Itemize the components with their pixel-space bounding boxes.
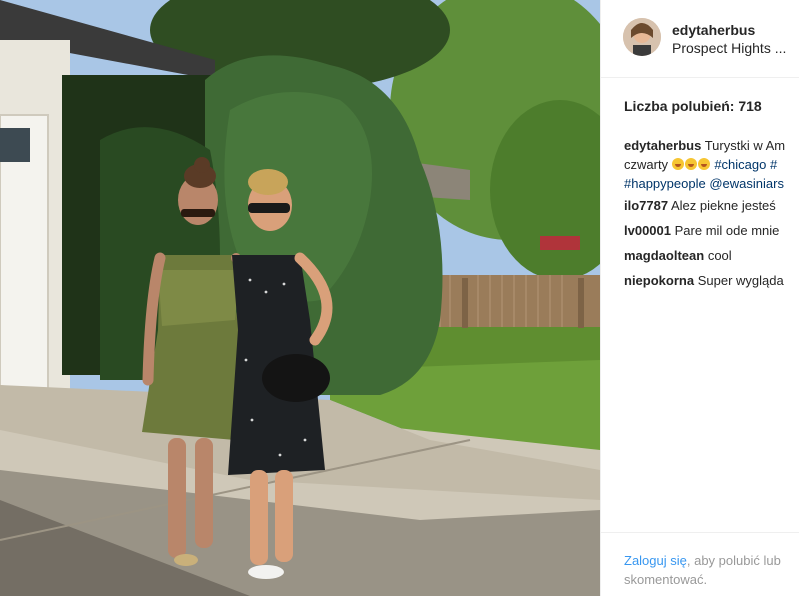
login-prompt-line2: skomentować. [624, 572, 708, 587]
instagram-post-view: edytaherbus Prospect Hights ... Liczba p… [0, 0, 799, 596]
caption-text: czwarty [624, 157, 669, 172]
hashtag-link[interactable]: #happypeople [624, 176, 706, 191]
comment-text: Alez piekne jesteś [671, 198, 776, 213]
comment-username[interactable]: magdaoltean [624, 248, 704, 263]
post-photo[interactable] [0, 0, 600, 596]
caption-line: czwarty #chicago # [624, 155, 799, 174]
comment-username[interactable]: lv00001 [624, 223, 671, 238]
comment-text: Super wygląda [697, 273, 784, 288]
comment-item: lv00001 Pare mil ode mnie [624, 218, 799, 243]
comment-username[interactable]: ilo7787 [624, 198, 668, 213]
comment-item: ilo7787 Alez piekne jesteś [624, 193, 799, 218]
caption-username[interactable]: edytaherbus [624, 138, 701, 153]
face-with-tongue-emoji-icon [697, 158, 710, 170]
caption-text: Turystki w Am [704, 138, 786, 153]
hashtag-link[interactable]: #chicago [714, 157, 766, 172]
post-details-panel: edytaherbus Prospect Hights ... Liczba p… [600, 0, 799, 596]
comment-username[interactable]: niepokorna [624, 273, 694, 288]
mention-link[interactable]: @ewasiniars [709, 176, 784, 191]
login-prompt: Zaloguj się, aby polubić lub skomentować… [601, 532, 799, 596]
hashtag-link[interactable]: # [770, 157, 777, 172]
post-author-username[interactable]: edytaherbus [672, 22, 755, 38]
face-with-tongue-emoji-icon [684, 158, 697, 170]
login-prompt-text: Zaloguj się, aby polubić lub skomentować… [624, 551, 799, 589]
comment-text: Pare mil ode mnie [674, 223, 780, 238]
caption-line: #happypeople @ewasiniars [624, 174, 799, 193]
like-count[interactable]: Liczba polubień: 718 [624, 98, 762, 114]
face-with-tongue-emoji-icon [671, 158, 684, 170]
comment-item: magdaoltean cool [624, 243, 799, 268]
comment-item: niepokorna Super wygląda [624, 268, 799, 293]
caption-line: edytaherbus Turystki w Am [624, 136, 799, 155]
avatar[interactable] [623, 18, 661, 56]
post-header: edytaherbus Prospect Hights ... [601, 0, 799, 78]
login-link[interactable]: Zaloguj się [624, 553, 687, 568]
comment-text: cool [707, 248, 732, 263]
login-prompt-rest: , aby polubić lub [686, 553, 781, 568]
post-location[interactable]: Prospect Hights ... [672, 40, 786, 56]
caption: edytaherbus Turystki w Am czwarty #chica… [624, 136, 799, 193]
comment-list: edytaherbus Turystki w Am czwarty #chica… [624, 136, 799, 293]
